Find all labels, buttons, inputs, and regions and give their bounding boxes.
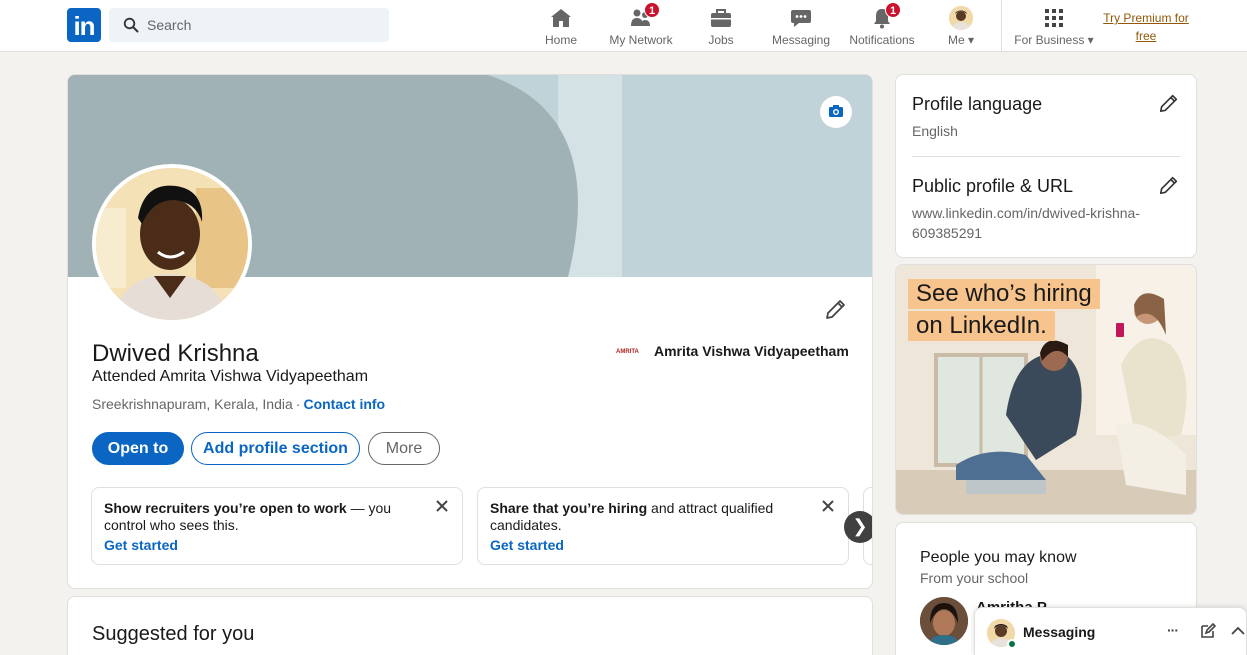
profile-headline: Attended Amrita Vishwa Vidyapeetham: [92, 368, 369, 385]
more-options-icon[interactable]: ···: [1167, 622, 1185, 640]
briefcase-icon: [711, 9, 731, 27]
close-icon[interactable]: [820, 498, 836, 514]
profile-location-row: Sreekrishnapuram, Kerala, India · Contact …: [92, 396, 385, 412]
public-profile-url: www.linkedin.com/in/dwived-krishna- 6093…: [912, 203, 1140, 243]
messaging-dock[interactable]: Messaging ···: [974, 607, 1247, 655]
profile-settings-card: Profile language English Public profile …: [895, 74, 1197, 258]
edit-url-pencil-icon[interactable]: [1158, 174, 1180, 196]
nav-divider: [1001, 0, 1002, 52]
nav-notifications[interactable]: 1 Notifications: [845, 2, 919, 48]
nav-for-business-label: For Business ▾: [1014, 33, 1094, 47]
add-profile-section-button[interactable]: Add profile section: [191, 432, 360, 465]
separator-dot: ·: [295, 396, 301, 412]
contact-info-link[interactable]: Contact info: [303, 396, 385, 412]
home-icon: [551, 9, 571, 27]
bell-icon: 1: [869, 2, 901, 30]
edit-cover-button[interactable]: [820, 96, 852, 128]
school-logo: AMRITA: [616, 349, 639, 356]
open-to-button[interactable]: Open to: [92, 432, 184, 465]
avatar[interactable]: [920, 597, 968, 645]
profile-photo[interactable]: [92, 164, 252, 324]
network-badge: 1: [644, 2, 660, 18]
edit-language-pencil-icon[interactable]: [1158, 92, 1180, 114]
compose-icon[interactable]: [1199, 622, 1217, 640]
profile-card: Dwived Krishna Attended Amrita Vishwa Vi…: [67, 74, 873, 589]
search-icon: [123, 17, 139, 33]
divider: [912, 156, 1180, 157]
nav-me[interactable]: Me ▾: [938, 4, 984, 48]
online-status-dot: [1007, 639, 1017, 649]
chat-icon: [791, 10, 811, 27]
nav-home-label: Home: [544, 33, 577, 47]
premium-line2: free: [1135, 29, 1157, 43]
messaging-title: Messaging: [1023, 624, 1096, 640]
close-icon[interactable]: [434, 498, 450, 514]
profile-name: Dwived Krishna: [92, 340, 259, 367]
linkedin-logo[interactable]: in: [67, 8, 101, 42]
hiring-promo: Share that you’re hiring and attract qua…: [477, 487, 849, 565]
search-bar[interactable]: [109, 8, 389, 42]
network-icon: 1: [628, 2, 660, 30]
nav-me-label: Me ▾: [947, 33, 975, 47]
profile-location: Sreekrishnapuram, Kerala, India: [92, 396, 293, 412]
nav-home[interactable]: Home: [538, 4, 584, 48]
pymk-title: People you may know: [920, 549, 1077, 566]
get-started-link[interactable]: Get started: [490, 537, 564, 554]
get-started-link[interactable]: Get started: [104, 537, 178, 554]
try-premium-link[interactable]: Try Premium for free: [1097, 9, 1195, 45]
public-profile-title: Public profile & URL: [912, 176, 1074, 196]
grid-icon: [1045, 9, 1063, 27]
nav-my-network-label: My Network: [609, 33, 673, 47]
education-school-link[interactable]: AMRITA Amrita Vishwa Vidyapeetham: [616, 343, 849, 359]
chevron-up-icon[interactable]: [1229, 622, 1247, 640]
profile-language-title: Profile language: [912, 94, 1043, 114]
search-input[interactable]: [147, 8, 377, 42]
nav-for-business[interactable]: For Business ▾: [1011, 4, 1097, 48]
nav-jobs-label: Jobs: [708, 33, 734, 47]
promo-text: Share that you’re hiring and attract qua…: [490, 500, 774, 533]
chevron-down-icon: ▾: [967, 33, 975, 47]
chevron-down-icon: ▾: [1087, 33, 1094, 47]
edit-intro-pencil-icon[interactable]: [824, 297, 848, 321]
me-avatar: [949, 6, 973, 30]
nav-jobs[interactable]: Jobs: [700, 4, 742, 48]
open-to-work-promo: Show recruiters you’re open to work — yo…: [91, 487, 463, 565]
ad-headline-line1: See who’s hiring: [908, 279, 1100, 309]
url-line1: www.linkedin.com/in/dwived-krishna-: [912, 205, 1140, 221]
promo-text: Show recruiters you’re open to work — yo…: [104, 500, 392, 533]
notifications-badge: 1: [885, 2, 901, 18]
url-line2: 609385291: [912, 225, 983, 241]
suggested-title: Suggested for you: [92, 623, 255, 645]
nav-my-network[interactable]: 1 My Network: [603, 2, 679, 48]
camera-icon: [829, 105, 843, 117]
nav-messaging-label: Messaging: [771, 33, 831, 47]
more-button[interactable]: More: [368, 432, 440, 465]
nav-notifications-label: Notifications: [849, 33, 915, 47]
nav-messaging[interactable]: Messaging: [769, 4, 833, 48]
top-nav: in Home 1 My Network Jobs: [0, 0, 1247, 52]
hiring-ad[interactable]: See who’s hiring on LinkedIn.: [895, 264, 1197, 515]
profile-photo-graphic: [96, 168, 248, 320]
suggested-card: Suggested for you: [67, 596, 873, 655]
school-name: Amrita Vishwa Vidyapeetham: [654, 343, 849, 359]
ad-headline-line2: on LinkedIn.: [908, 311, 1055, 341]
premium-line1: Try Premium for: [1103, 11, 1189, 25]
pymk-subtitle: From your school: [920, 570, 1029, 586]
carousel-next-button[interactable]: ❯: [844, 511, 872, 543]
person-photo: [920, 597, 968, 645]
profile-language-value: English: [912, 123, 958, 139]
